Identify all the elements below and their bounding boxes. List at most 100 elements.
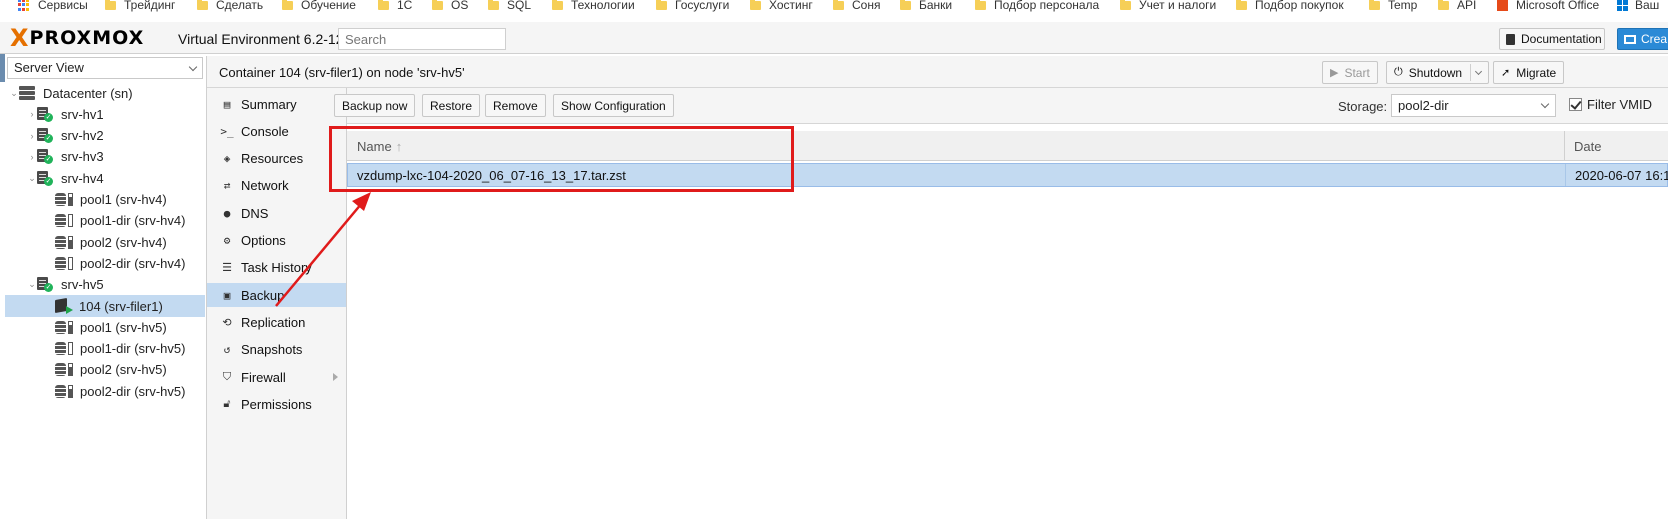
storage-select[interactable]: pool2-dir (1391, 94, 1556, 117)
expand-closed-icon[interactable]: › (27, 109, 37, 119)
nav-item-firewall[interactable]: ⛉ Firewall (207, 365, 346, 389)
permissions-icon: 🔓︎ (223, 397, 231, 411)
bookmark-item[interactable]: Банки (900, 0, 952, 13)
nav-item-replication[interactable]: ⟲ Replication (207, 310, 346, 334)
bookmark-item[interactable]: Соня (833, 0, 880, 13)
bookmark-item[interactable]: SQL (488, 0, 531, 13)
remove-button[interactable]: Remove (485, 94, 546, 117)
tree-item[interactable]: pool1 (srv-hv4) (5, 189, 205, 211)
expand-closed-icon[interactable]: › (27, 131, 37, 141)
filter-vmid-checkbox[interactable] (1569, 98, 1582, 111)
nav-item-options[interactable]: ⚙ Options (207, 229, 346, 253)
shutdown-button[interactable]: ⏻ Shutdown (1386, 61, 1490, 84)
container-nav-panel: ▤ Summary >_ Console ◈ Resources ⇄ Network ● DNS ⚙… (207, 88, 347, 519)
server-online-icon: ✓ (37, 277, 53, 293)
tree-item[interactable]: › ✓ srv-hv3 (5, 146, 205, 168)
column-header-date[interactable]: Date (1574, 139, 1601, 154)
backup-date: 2020-06-07 16:13:17 (1575, 168, 1668, 183)
bookmark-item[interactable]: Учет и налоги (1120, 0, 1216, 13)
chevron-down-icon[interactable] (1475, 67, 1483, 75)
tree-item[interactable]: 104 (srv-filer1) (5, 295, 205, 317)
tree-item[interactable]: ⌄ ✓ srv-hv4 (5, 167, 205, 189)
nav-item-snapshots[interactable]: ↺ Snapshots (207, 338, 346, 362)
nav-item-console[interactable]: >_ Console (207, 119, 346, 143)
nav-item-label: Permissions (241, 396, 312, 412)
bookmark-item[interactable]: Подбор персонала (975, 0, 1099, 13)
search-input[interactable] (338, 28, 506, 50)
tree-item[interactable]: ⌄ Datacenter (sn) (5, 82, 205, 104)
tree-item-label: pool2 (srv-hv5) (80, 362, 167, 378)
folder-icon (105, 0, 116, 10)
nav-item-network[interactable]: ⇄ Network (207, 174, 346, 198)
nav-item-summary[interactable]: ▤ Summary (207, 92, 346, 116)
shutdown-label: Shutdown (1408, 65, 1463, 80)
nav-item-label: Snapshots (241, 342, 303, 358)
tree-item-label: srv-hv2 (61, 128, 104, 144)
bookmark-item[interactable]: Сделать (197, 0, 263, 13)
nav-item-task-history[interactable]: ☰ Task History (207, 256, 346, 280)
show-configuration-button[interactable]: Show Configuration (553, 94, 674, 117)
migrate-button[interactable]: ➚ Migrate (1493, 61, 1565, 84)
nav-item-dns[interactable]: ● DNS (207, 201, 346, 225)
tree-item[interactable]: pool1-dir (srv-hv4) (5, 210, 205, 232)
server-view-select[interactable]: Server View (7, 57, 203, 79)
nav-item-label: Console (241, 123, 289, 139)
nav-item-label: Task History (241, 260, 312, 276)
tree-item[interactable]: pool2-dir (srv-hv4) (5, 252, 205, 274)
backup-now-button[interactable]: Backup now (334, 94, 416, 117)
start-button[interactable]: ▶ Start (1322, 61, 1378, 84)
create-vm-button[interactable]: Crea (1617, 28, 1668, 50)
options-icon: ⚙ (223, 234, 231, 247)
content-header: Container 104 (srv-filer1) on node 'srv-… (207, 56, 1668, 88)
bookmark-item[interactable]: OS (432, 0, 468, 13)
apps-grid-icon (18, 0, 30, 11)
bookmark-item[interactable]: Хостинг (750, 0, 813, 13)
nav-item-resources[interactable]: ◈ Resources (207, 147, 346, 171)
dns-icon: ● (223, 206, 231, 220)
server-view-value: Server View (14, 60, 84, 75)
bookmark-item[interactable]: 1С (378, 0, 412, 13)
filter-vmid[interactable]: Filter VMID (1569, 97, 1652, 112)
bookmark-item[interactable]: Госуслуги (656, 0, 729, 13)
restore-button[interactable]: Restore (422, 94, 481, 117)
top-header: X PROXMOX Virtual Environment 6.2-12 Doc… (0, 22, 1668, 54)
bookmark-label: Сделать (216, 0, 264, 12)
nav-item-label: Firewall (241, 369, 286, 385)
book-icon (1506, 33, 1515, 45)
bookmark-label: OS (451, 0, 469, 12)
documentation-button[interactable]: Documentation (1499, 28, 1605, 50)
bookmark-item[interactable]: Технологии (552, 0, 635, 13)
column-divider[interactable] (1564, 131, 1565, 161)
nav-item-label: Resources (241, 151, 304, 167)
tree-item[interactable]: › ✓ srv-hv2 (5, 125, 205, 147)
bookmark-item[interactable]: Microsoft Office (1497, 0, 1599, 13)
bookmark-label: 1С (397, 0, 413, 12)
tree-item[interactable]: pool2 (srv-hv5) (5, 359, 205, 381)
tree-item[interactable]: › ✓ srv-hv1 (5, 103, 205, 125)
tree-item[interactable]: pool2 (srv-hv4) (5, 231, 205, 253)
bookmark-label: Подбор покупок (1255, 0, 1344, 12)
tree-item[interactable]: pool2-dir (srv-hv5) (5, 380, 205, 402)
bookmark-item[interactable]: API (1438, 0, 1476, 13)
documentation-label: Documentation (1521, 32, 1602, 46)
bookmark-item[interactable]: Обучение (282, 0, 356, 13)
nav-item-permissions[interactable]: 🔓︎ Permissions (207, 392, 346, 416)
tree-item[interactable]: ⌄ ✓ srv-hv5 (5, 274, 205, 296)
console-icon: >_ (220, 124, 234, 138)
tree-item-label: 104 (srv-filer1) (79, 298, 163, 314)
expand-open-icon[interactable]: ⌄ (27, 279, 37, 290)
tree-item[interactable]: pool1 (srv-hv5) (5, 316, 205, 338)
expand-closed-icon[interactable]: › (27, 152, 37, 162)
expand-open-icon[interactable]: ⌄ (9, 88, 19, 99)
bookmark-item[interactable]: Подбор покупок (1236, 0, 1344, 13)
nav-item-backup[interactable]: ▣ Backup (207, 283, 346, 308)
bookmark-item[interactable]: Ваш (1617, 0, 1659, 13)
tree-item[interactable]: pool1-dir (srv-hv5) (5, 338, 205, 360)
bookmark-item[interactable]: Temp (1369, 0, 1417, 13)
split-divider (1470, 64, 1472, 81)
tree-item-label: pool2 (srv-hv4) (80, 234, 167, 250)
expand-open-icon[interactable]: ⌄ (27, 173, 37, 184)
bookmark-item[interactable]: Трейдинг (105, 0, 175, 13)
bookmark-item[interactable]: Сервисы (18, 0, 88, 13)
power-icon: ⏻ (1394, 66, 1403, 78)
